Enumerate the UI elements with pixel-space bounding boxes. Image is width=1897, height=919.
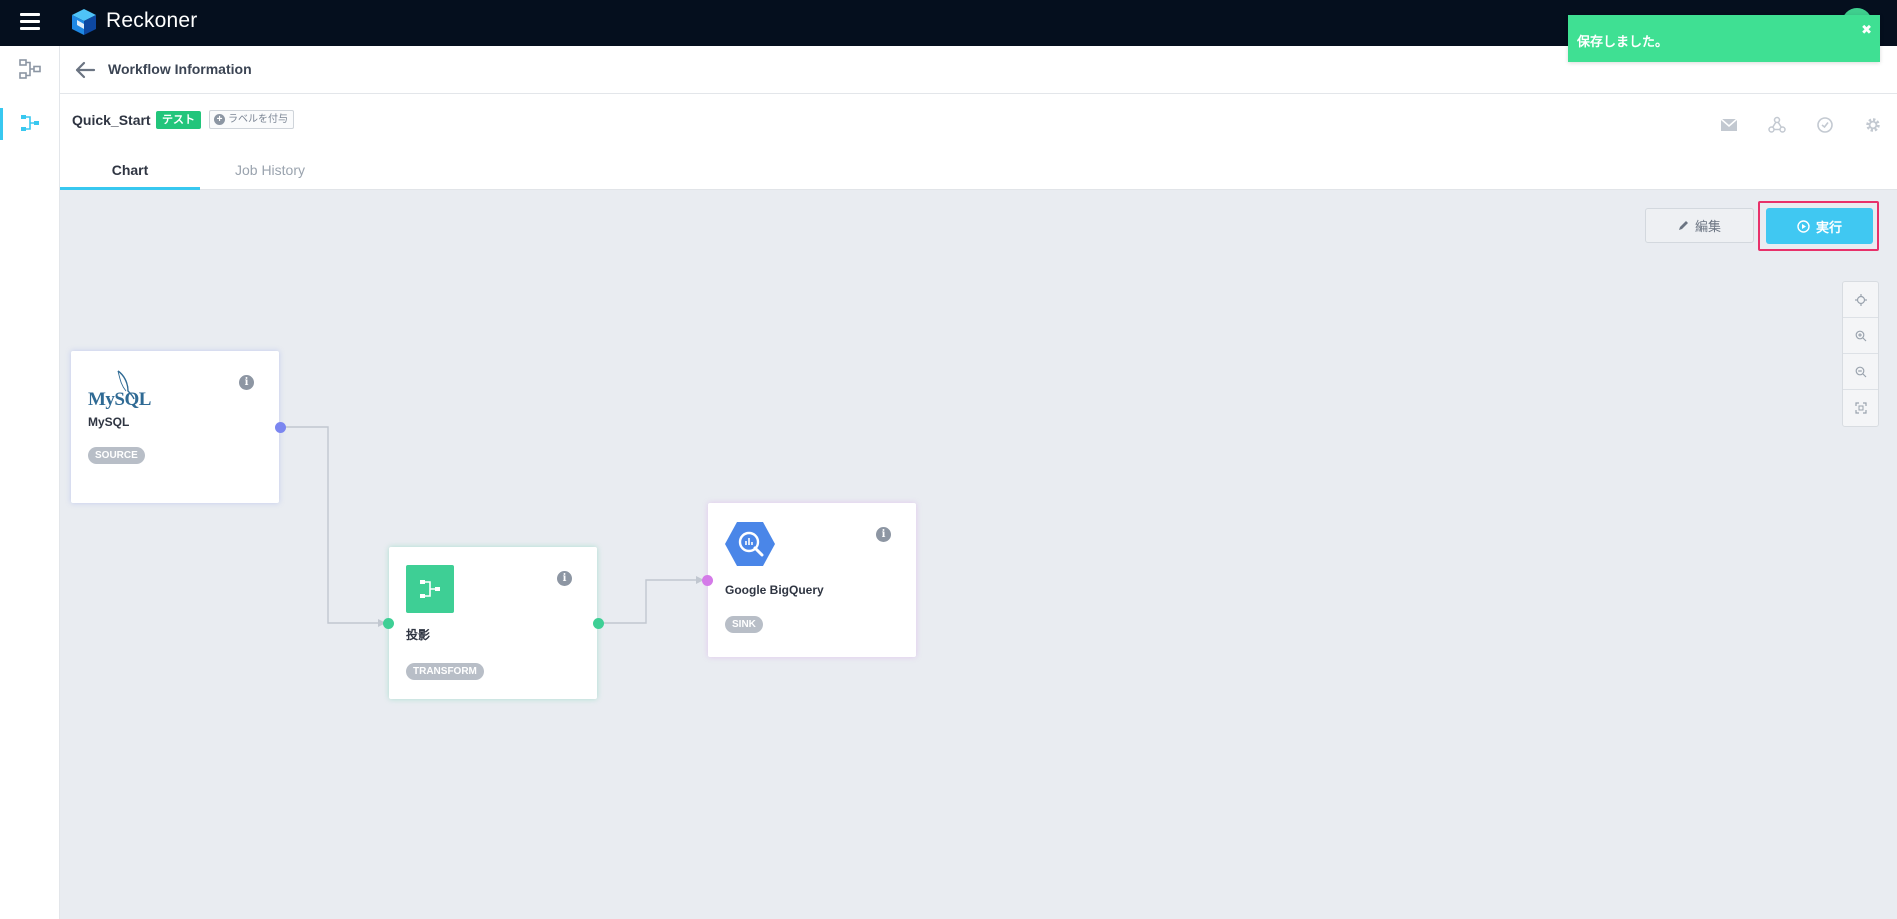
info-icon[interactable]: i [239,375,254,390]
target-icon[interactable] [1843,282,1878,318]
node-sink-bigquery[interactable]: i Google BigQuery SINK [708,503,916,657]
node-type-badge: TRANSFORM [406,663,484,680]
info-icon[interactable]: i [557,571,572,586]
rail-item-workflows[interactable] [0,46,60,92]
workflow-canvas[interactable] [60,190,1897,919]
workflow-label-badge: テスト [156,111,201,129]
transform-output-port[interactable] [593,618,604,629]
play-circle-icon [1797,219,1810,233]
bigquery-icon [725,522,775,566]
zoom-in-icon[interactable] [1843,318,1878,354]
mysql-logo-text: MySQL [88,389,151,410]
workflow-icon [21,115,39,131]
workflow-name: Quick_Start [72,112,151,128]
add-label-button[interactable]: + ラベルを付与 [209,110,294,129]
run-button-label: 実行 [1815,219,1842,235]
menu-icon[interactable] [20,13,40,31]
fit-screen-icon[interactable] [1843,390,1878,426]
pencil-icon [1678,221,1688,230]
close-icon[interactable]: ✖ [1861,22,1872,38]
edit-button-label: 編集 [1694,219,1721,234]
edit-button[interactable]: 編集 [1645,208,1754,243]
gear-icon[interactable] [1862,114,1884,136]
mysql-logo-icon: MySQL [88,369,151,414]
transform-icon [406,565,454,613]
sink-input-port[interactable] [702,575,713,586]
node-label: MySQL [88,415,130,429]
workflow-bar: Quick_Start テスト + ラベルを付与 Chart Job Histo… [60,94,1897,190]
workflow-icon [19,59,41,79]
tab-chart[interactable]: Chart [60,156,200,190]
toast-message: 保存しました。 [1577,34,1669,49]
back-arrow-icon[interactable] [72,58,98,82]
node-transform-projection[interactable]: i 投影 TRANSFORM [389,547,597,699]
node-label: 投影 [406,628,431,642]
transform-input-port[interactable] [383,618,394,629]
zoom-out-icon[interactable] [1843,354,1878,390]
run-button[interactable]: 実行 [1766,208,1873,244]
toast-notification: 保存しました。 ✖ [1568,15,1880,62]
node-label: Google BigQuery [725,583,824,597]
zoom-controls [1842,281,1879,427]
left-rail [0,46,60,919]
reckoner-logo-icon [72,9,96,35]
brand-name: Reckoner [106,9,198,32]
info-icon[interactable]: i [876,527,891,542]
mail-icon[interactable] [1718,114,1740,136]
clock-icon[interactable] [1814,114,1836,136]
rail-item-workflow-detail[interactable] [0,100,60,146]
share-icon[interactable] [1766,114,1788,136]
node-type-badge: SOURCE [88,447,145,464]
add-label-text: ラベルを付与 [228,114,288,125]
node-source-mysql[interactable]: MySQL i MySQL SOURCE [71,351,279,503]
node-type-badge: SINK [725,616,763,633]
plus-icon: + [214,114,225,125]
source-output-port[interactable] [275,422,286,433]
page-title: Workflow Information [108,61,252,77]
tab-job-history[interactable]: Job History [200,156,340,190]
